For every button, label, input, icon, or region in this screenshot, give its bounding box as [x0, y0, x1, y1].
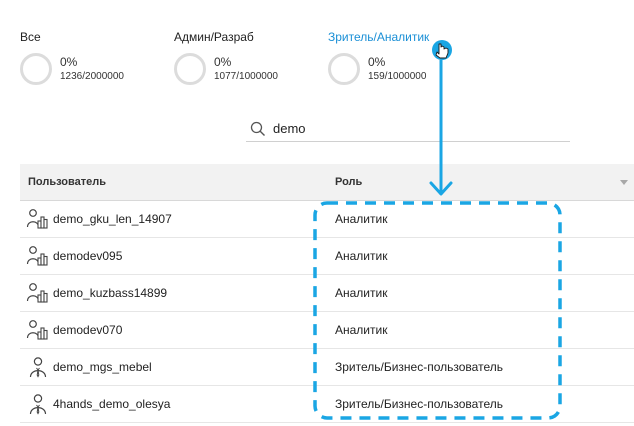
row-role: Аналитик	[335, 212, 388, 226]
search-icon	[250, 121, 265, 136]
table-row[interactable]: 4hands_demo_olesya Зритель/Бизнес-пользо…	[20, 386, 634, 423]
stat-percent: 0%	[60, 55, 78, 69]
stat-label: Админ/Разраб	[174, 30, 254, 44]
stat-label: Все	[20, 30, 41, 44]
row-role: Аналитик	[335, 286, 388, 300]
table-header: Пользователь Роль	[20, 164, 634, 201]
stat-all[interactable]: Все 0% 1236/2000000	[20, 30, 124, 85]
row-role: Зритель/Бизнес-пользователь	[335, 360, 503, 374]
business-user-icon	[29, 394, 47, 415]
search-input[interactable]: demo	[246, 118, 570, 142]
stat-count: 159/1000000	[368, 71, 427, 82]
row-role: Аналитик	[335, 249, 388, 263]
stat-label: Зритель/Аналитик	[328, 30, 430, 44]
column-header-user[interactable]: Пользователь	[28, 176, 106, 188]
stat-viewer-analyst[interactable]: Зритель/Аналитик 0% 159/1000000	[328, 30, 430, 85]
table-row[interactable]: demodev095 Аналитик	[20, 238, 634, 275]
stat-admin-dev[interactable]: Админ/Разраб 0% 1077/1000000	[174, 30, 278, 85]
row-username: demodev070	[53, 323, 123, 337]
table-row[interactable]: demo_gku_len_14907 Аналитик	[20, 201, 634, 238]
row-username: demo_kuzbass14899	[53, 286, 168, 300]
row-role: Зритель/Бизнес-пользователь	[335, 397, 503, 411]
analyst-user-icon	[26, 209, 48, 229]
progress-ring	[174, 53, 206, 85]
analyst-user-icon	[26, 246, 48, 266]
analyst-user-icon	[26, 283, 48, 303]
row-username: demo_gku_len_14907	[53, 212, 172, 226]
hand-cursor-icon	[432, 40, 452, 60]
users-table: Пользователь Роль demo_gku_len_14907 Ана…	[20, 164, 634, 423]
sort-caret-icon[interactable]	[620, 180, 628, 185]
row-username: demo_mgs_mebel	[53, 360, 152, 374]
search-value: demo	[273, 121, 306, 136]
analyst-user-icon	[26, 320, 48, 340]
progress-ring	[20, 53, 52, 85]
business-user-icon	[29, 357, 47, 378]
stat-count: 1077/1000000	[214, 71, 278, 82]
stat-percent: 0%	[368, 55, 386, 69]
row-role: Аналитик	[335, 323, 388, 337]
table-row[interactable]: demo_kuzbass14899 Аналитик	[20, 275, 634, 312]
column-header-role[interactable]: Роль	[335, 176, 362, 188]
row-username: 4hands_demo_olesya	[53, 397, 171, 411]
row-username: demodev095	[53, 249, 123, 263]
stat-count: 1236/2000000	[60, 71, 124, 82]
table-row[interactable]: demo_mgs_mebel Зритель/Бизнес-пользовате…	[20, 349, 634, 386]
stat-percent: 0%	[214, 55, 232, 69]
progress-ring	[328, 53, 360, 85]
table-row[interactable]: demodev070 Аналитик	[20, 312, 634, 349]
